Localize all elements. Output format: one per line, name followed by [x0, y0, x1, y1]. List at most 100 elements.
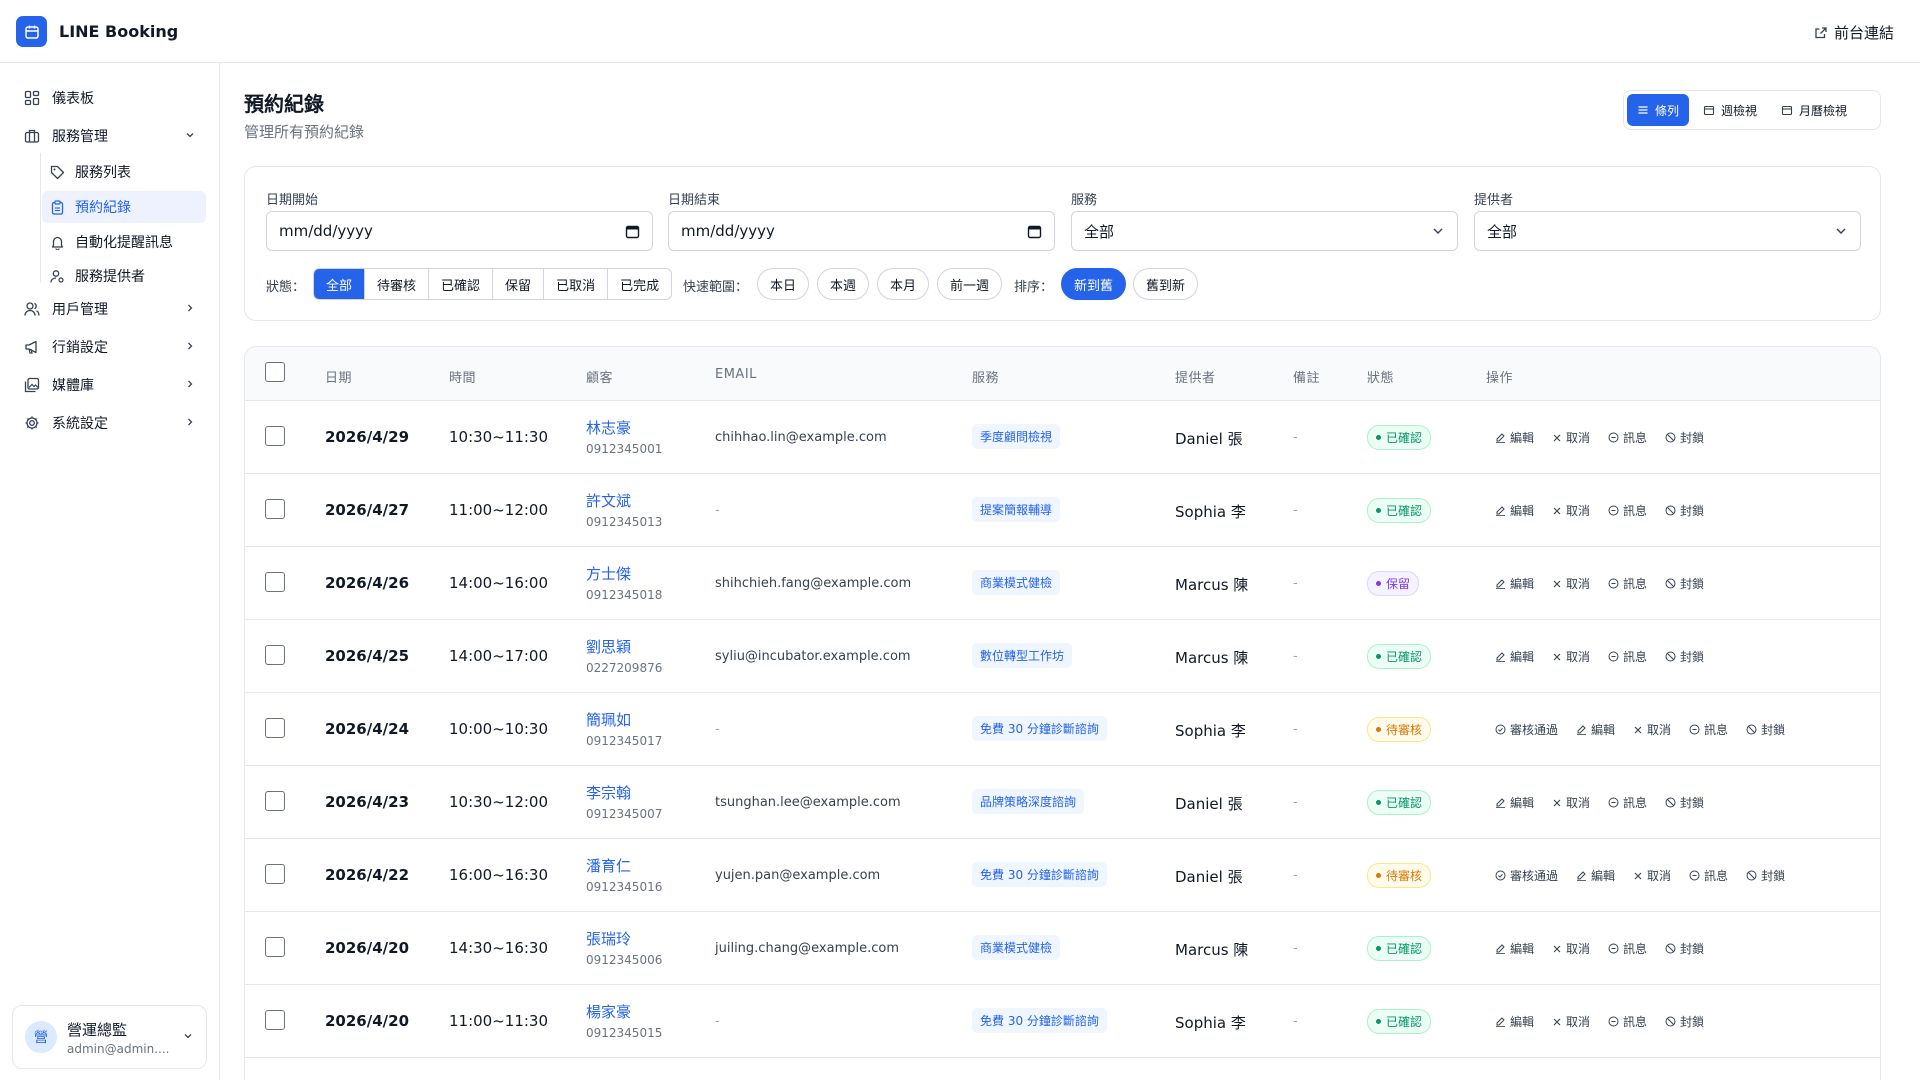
- cancel-action-button[interactable]: 取消: [1552, 648, 1590, 665]
- row-checkbox[interactable]: [265, 645, 285, 665]
- customer-name-link[interactable]: 潘育仁: [586, 855, 662, 876]
- customer-name-link[interactable]: 楊家豪: [586, 1001, 662, 1022]
- calendar-icon[interactable]: [625, 224, 640, 239]
- user-menu[interactable]: 營 營運總監 admin@admin....: [12, 1005, 207, 1069]
- sidebar-subitem-label: 服務提供者: [75, 269, 145, 285]
- row-checkbox[interactable]: [265, 864, 285, 884]
- sidebar-subitem-service-list[interactable]: 服務列表: [42, 156, 206, 188]
- message-action-button[interactable]: 訊息: [1689, 721, 1728, 738]
- message-icon: [1689, 870, 1700, 881]
- chevron-right-icon: [184, 378, 196, 390]
- status-filter-confirmed[interactable]: 已確認: [429, 269, 494, 299]
- block-action-button[interactable]: 封鎖: [1665, 429, 1704, 446]
- message-action-button[interactable]: 訊息: [1608, 940, 1647, 957]
- block-action-button[interactable]: 封鎖: [1665, 648, 1704, 665]
- row-checkbox[interactable]: [265, 791, 285, 811]
- provider-name: Marcus 陳: [1175, 649, 1249, 667]
- status-filter-all[interactable]: 全部: [314, 269, 366, 299]
- cancel-action-button[interactable]: 取消: [1552, 1013, 1590, 1030]
- brand[interactable]: LINE Booking: [16, 16, 178, 47]
- sidebar-item-system[interactable]: 系統設定: [24, 409, 196, 437]
- range-month-button[interactable]: 本月: [877, 268, 930, 300]
- edit-action-button[interactable]: 編輯: [1495, 648, 1534, 665]
- status-label: 已確認: [1386, 431, 1423, 445]
- range-prev-week-button[interactable]: 前一週: [937, 268, 1003, 300]
- cancel-action-button[interactable]: 取消: [1552, 940, 1590, 957]
- sidebar-subitem-providers[interactable]: 服務提供者: [42, 260, 206, 292]
- edit-action-button[interactable]: 編輯: [1495, 940, 1534, 957]
- edit-action-button[interactable]: 編輯: [1495, 575, 1534, 592]
- date-start-input[interactable]: mm/dd/yyyy: [266, 211, 653, 251]
- customer-name-link[interactable]: 張瑞玲: [586, 928, 662, 949]
- row-checkbox[interactable]: [265, 499, 285, 519]
- block-action-button[interactable]: 封鎖: [1746, 867, 1785, 884]
- service-select[interactable]: 全部: [1071, 211, 1458, 251]
- edit-action-button[interactable]: 編輯: [1576, 867, 1615, 884]
- customer-name-link[interactable]: 簡珮如: [586, 709, 662, 730]
- block-action-button[interactable]: 封鎖: [1665, 575, 1704, 592]
- message-action-button[interactable]: 訊息: [1608, 575, 1647, 592]
- message-action-button[interactable]: 訊息: [1608, 1013, 1647, 1030]
- row-checkbox[interactable]: [265, 937, 285, 957]
- customer-name-link[interactable]: 方士傑: [586, 563, 662, 584]
- sort-newest-button[interactable]: 新到舊: [1061, 268, 1127, 300]
- sidebar-item-service-mgmt[interactable]: 服務管理: [24, 122, 196, 150]
- block-action-button[interactable]: 封鎖: [1665, 502, 1704, 519]
- edit-action-button[interactable]: 編輯: [1495, 429, 1534, 446]
- edit-action-button[interactable]: 編輯: [1495, 1013, 1534, 1030]
- calendar-icon[interactable]: [1027, 224, 1042, 239]
- range-today-button[interactable]: 本日: [757, 268, 810, 300]
- customer-name-link[interactable]: 許文斌: [586, 490, 662, 511]
- cancel-action-button[interactable]: 取消: [1633, 867, 1671, 884]
- sidebar-subitem-reminders[interactable]: 自動化提醒訊息: [42, 226, 206, 258]
- status-filter-pending[interactable]: 待審核: [365, 269, 430, 299]
- edit-action-button[interactable]: 編輯: [1495, 794, 1534, 811]
- status-filter-completed[interactable]: 已完成: [608, 269, 671, 299]
- status-cell: 已確認: [1367, 936, 1432, 961]
- row-checkbox[interactable]: [265, 1010, 285, 1030]
- cancel-action-button[interactable]: 取消: [1552, 429, 1590, 446]
- range-week-button[interactable]: 本週: [817, 268, 870, 300]
- approve-action-button[interactable]: 審核通過: [1495, 867, 1558, 884]
- edit-action-label: 編輯: [1591, 723, 1616, 737]
- status-filter-cancelled[interactable]: 已取消: [544, 269, 609, 299]
- message-action-button[interactable]: 訊息: [1608, 648, 1647, 665]
- row-checkbox[interactable]: [265, 426, 285, 446]
- select-all-checkbox[interactable]: [265, 362, 285, 382]
- view-month-button[interactable]: 月曆檢視: [1771, 94, 1857, 126]
- sidebar-item-user-mgmt[interactable]: 用戶管理: [24, 295, 196, 323]
- block-action-button[interactable]: 封鎖: [1665, 1013, 1704, 1030]
- customer-name-link[interactable]: 林志豪: [586, 417, 662, 438]
- edit-action-button[interactable]: 編輯: [1576, 721, 1615, 738]
- customer-name-link[interactable]: 劉思穎: [586, 636, 662, 657]
- sort-oldest-button[interactable]: 舊到新: [1133, 268, 1199, 300]
- message-action-button[interactable]: 訊息: [1608, 502, 1647, 519]
- cancel-action-button[interactable]: 取消: [1552, 575, 1590, 592]
- customer-name-link[interactable]: 李宗翰: [586, 782, 662, 803]
- cancel-action-button[interactable]: 取消: [1552, 794, 1590, 811]
- edit-action-button[interactable]: 編輯: [1495, 502, 1534, 519]
- cancel-action-label: 取消: [1566, 504, 1591, 518]
- approve-action-label: 審核通過: [1510, 869, 1559, 883]
- front-link[interactable]: 前台連結: [1814, 22, 1894, 43]
- approve-action-button[interactable]: 審核通過: [1495, 721, 1558, 738]
- row-checkbox[interactable]: [265, 718, 285, 738]
- block-action-button[interactable]: 封鎖: [1665, 794, 1704, 811]
- cancel-action-button[interactable]: 取消: [1633, 721, 1671, 738]
- view-week-button[interactable]: 週檢視: [1693, 94, 1767, 126]
- message-action-button[interactable]: 訊息: [1689, 867, 1728, 884]
- status-filter-hold[interactable]: 保留: [493, 269, 545, 299]
- sidebar-item-media[interactable]: 媒體庫: [24, 371, 196, 399]
- provider-select[interactable]: 全部: [1474, 211, 1861, 251]
- block-action-button[interactable]: 封鎖: [1665, 940, 1704, 957]
- sidebar-item-marketing[interactable]: 行銷設定: [24, 333, 196, 361]
- row-checkbox[interactable]: [265, 572, 285, 592]
- block-action-button[interactable]: 封鎖: [1746, 721, 1785, 738]
- date-end-input[interactable]: mm/dd/yyyy: [668, 211, 1055, 251]
- message-action-button[interactable]: 訊息: [1608, 794, 1647, 811]
- view-list-button[interactable]: 條列: [1627, 94, 1690, 126]
- message-action-button[interactable]: 訊息: [1608, 429, 1647, 446]
- sidebar-item-dashboard[interactable]: 儀表板: [24, 84, 196, 112]
- cancel-action-button[interactable]: 取消: [1552, 502, 1590, 519]
- sidebar-subitem-bookings[interactable]: 預約紀錄: [42, 191, 206, 223]
